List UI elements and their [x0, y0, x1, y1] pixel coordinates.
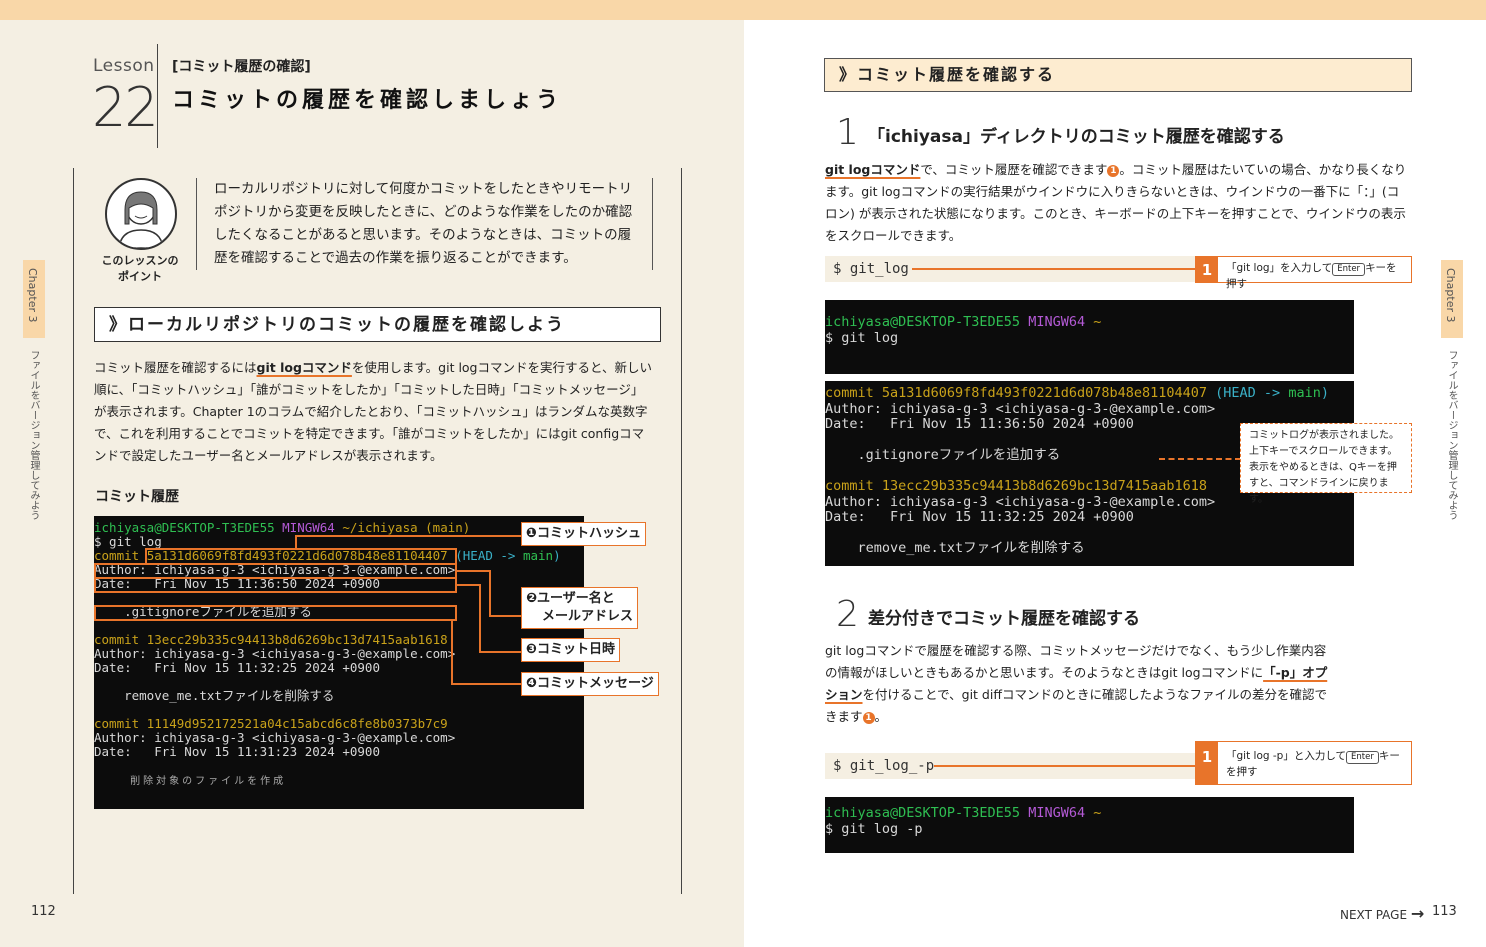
- section-heading: 》コミット履歴を確認する: [824, 58, 1412, 92]
- step-paragraph: git logコマンドで履歴を確認する際、コミットメッセージだけでなく、もう少し…: [825, 643, 1328, 724]
- right-margin-rule: [681, 168, 682, 894]
- left-margin-rule: [73, 168, 74, 894]
- chapter-subtitle: ファイルをバージョン管理してみよう: [1446, 350, 1457, 520]
- lesson-divider: [157, 44, 158, 148]
- body-paragraph: コミット履歴を確認するにはgit logコマンドを使用します。git logコマ…: [94, 360, 652, 463]
- page-title: コミットの履歴を確認しましょう: [172, 88, 563, 113]
- section-heading: 》ローカルリポジトリのコミットの履歴を確認しよう: [94, 307, 661, 342]
- note-marker-icon: 1: [862, 712, 875, 724]
- callout-commit-hash: ❶コミットハッシュ: [521, 522, 647, 546]
- step-paragraph: git logコマンドで、コミット履歴を確認できます 1 。コミット履歴はたいていの…: [825, 162, 1407, 243]
- enter-key-icon: Enter: [1346, 751, 1379, 764]
- note-marker-icon: 1: [1107, 165, 1120, 177]
- person-icon: [118, 191, 164, 248]
- note-leader: [1159, 458, 1241, 460]
- callout-connectors: [295, 535, 522, 685]
- lesson-label: Lesson: [93, 56, 155, 76]
- left-page: Lesson 22 [コミット履歴の確認] コミットの履歴を確認しましょう この…: [0, 20, 744, 947]
- command-leader: [912, 268, 1195, 270]
- avatar: [105, 178, 177, 250]
- chapter-label: Chapter 3: [1444, 268, 1457, 323]
- callout-user: ❷ユーザー名と メールアドレス: [521, 587, 639, 629]
- callout-date: ❸コミット日時: [521, 638, 621, 662]
- lesson-category: [コミット履歴の確認]: [172, 59, 311, 75]
- command-note: 1 「git log -p」と入力して Enter キーを押す: [1195, 741, 1412, 785]
- next-page-link[interactable]: NEXT PAGE →: [1340, 904, 1424, 923]
- chapter-subtitle: ファイルをバージョン管理してみよう: [28, 350, 39, 520]
- step-title: 「ichiyasa」ディレクトリのコミット履歴を確認する: [868, 127, 1285, 147]
- page-number: 112: [31, 904, 56, 919]
- page-number: 113: [1432, 904, 1457, 919]
- figure-heading: コミット履歴: [95, 489, 179, 505]
- step-number: 1: [836, 112, 859, 153]
- command-note: 1 「git log」を入力して Enter キーを押す: [1195, 256, 1412, 290]
- lesson-number: 22: [92, 76, 159, 139]
- callout-message: ❹コミットメッセージ: [521, 672, 659, 696]
- enter-key-icon: Enter: [1332, 263, 1366, 276]
- log-note: コミットログが表示されました。上下キーでスクロールできます。表示をやめるときは、…: [1240, 423, 1412, 505]
- point-text: ローカルリポジトリに対して何度かコミットをしたときやリモートリポジトリから変更を…: [214, 181, 633, 266]
- top-band: [0, 0, 1486, 20]
- command-leader: [934, 765, 1195, 767]
- step-title: 差分付きでコミット履歴を確認する: [868, 609, 1140, 629]
- terminal-window: ichiyasa@DESKTOP-T3EDE55 MINGW64 ~ $ git…: [825, 300, 1354, 374]
- chapter-label: Chapter 3: [26, 268, 39, 323]
- point-label: このレッスンの ポイント: [101, 254, 179, 283]
- right-page: 》コミット履歴を確認する 1 「ichiyasa」ディレクトリのコミット履歴を確…: [744, 20, 1486, 947]
- step-number: 2: [836, 594, 859, 635]
- terminal-window: ichiyasa@DESKTOP-T3EDE55 MINGW64 ~ $ git…: [825, 797, 1354, 853]
- arrow-right-icon: →: [1410, 904, 1425, 923]
